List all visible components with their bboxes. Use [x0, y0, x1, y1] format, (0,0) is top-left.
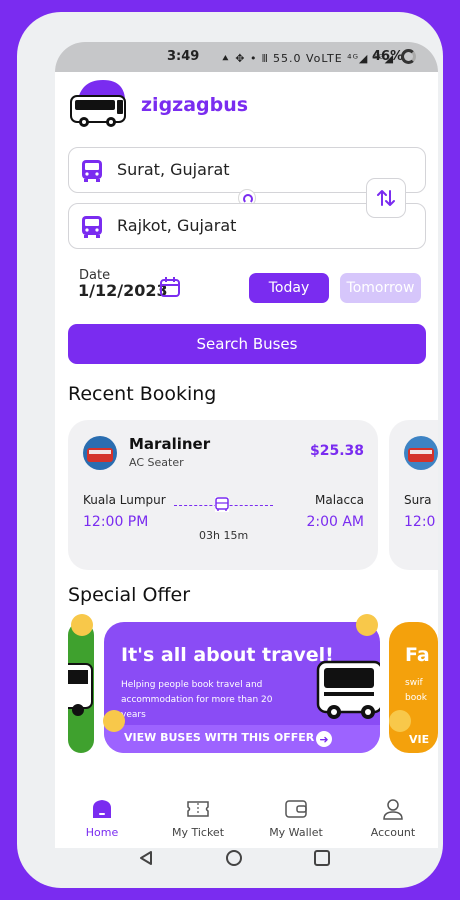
nav-my-wallet[interactable]: My Wallet — [251, 798, 341, 839]
bus-illustration-icon — [68, 663, 93, 716]
offer-description: book — [405, 693, 427, 703]
battery-percent: 46% — [372, 49, 404, 64]
phone-frame: 3:49 ⯅ ✥ • 𝍫 55.0 VoLTE ⁴ᴳ◢ ⁵ᴳ◢ 46% zigz… — [17, 12, 443, 888]
booking-price: $25.38 — [309, 443, 364, 459]
operator-avatar — [83, 436, 117, 470]
departure-time: 12:00 PM — [83, 514, 149, 530]
status-time: 3:49 — [167, 49, 200, 64]
trip-duration: 03h 15m — [199, 529, 249, 542]
date-value[interactable]: 1/12/2023 — [78, 281, 168, 300]
calendar-icon[interactable] — [159, 276, 181, 298]
offer-cta[interactable]: VIE — [409, 733, 429, 746]
offer-title: It's all about travel! — [121, 644, 334, 666]
bus-illustration-icon — [316, 660, 380, 719]
app-screen: 3:49 ⯅ ✥ • 𝍫 55.0 VoLTE ⁴ᴳ◢ ⁵ᴳ◢ 46% zigz… — [55, 42, 438, 848]
nav-home[interactable]: Home — [57, 798, 147, 839]
special-offer-title: Special Offer — [68, 584, 191, 606]
battery-icon — [401, 49, 416, 64]
emoji-icon — [103, 710, 125, 732]
wallet-icon — [285, 800, 307, 818]
booking-card[interactable]: Maraliner AC Seater $25.38 Kuala Lumpur … — [68, 420, 378, 570]
user-icon — [383, 799, 403, 820]
swap-icon — [377, 190, 395, 206]
arrival-time: 2:00 AM — [306, 514, 364, 530]
seat-type: AC Seater — [129, 456, 184, 469]
search-buses-button[interactable]: Search Buses — [68, 324, 426, 364]
to-location-value: Rajkot, Gujarat — [117, 216, 237, 235]
status-bar: 3:49 ⯅ ✥ • 𝍫 55.0 VoLTE ⁴ᴳ◢ ⁵ᴳ◢ 46% — [55, 42, 438, 72]
app-name: zigzagbus — [141, 94, 249, 116]
origin-city: Sura — [404, 493, 432, 507]
system-navigation-bar — [38, 836, 421, 878]
route-bus-icon — [215, 497, 229, 512]
bus-icon — [82, 160, 102, 182]
offer-description: Helping people book travel and accommoda… — [121, 680, 273, 720]
origin-city: Kuala Lumpur — [83, 493, 166, 507]
tomorrow-button[interactable]: Tomorrow — [340, 273, 421, 303]
offer-cta[interactable]: VIEW BUSES WITH THIS OFFER — [124, 731, 314, 744]
bus-logo-icon — [70, 80, 126, 127]
offer-title: Fa — [405, 644, 430, 666]
emoji-icon — [389, 710, 411, 732]
from-location-value: Surat, Gujarat — [117, 160, 230, 179]
operator-avatar — [404, 436, 438, 470]
booking-card[interactable]: Sura 12:0 — [389, 420, 438, 570]
emoji-icon — [71, 614, 93, 636]
ticket-icon — [187, 801, 209, 817]
status-icons: ⯅ ✥ • 𝍫 55.0 VoLTE ⁴ᴳ◢ ⁵ᴳ◢ — [221, 52, 395, 65]
today-button[interactable]: Today — [249, 273, 329, 303]
offer-card[interactable]: Fa swif book VIE — [389, 622, 438, 753]
emoji-icon — [356, 614, 378, 636]
offer-description: swif — [405, 678, 423, 688]
destination-city: Malacca — [315, 493, 364, 507]
bus-icon — [82, 216, 102, 238]
nav-my-ticket[interactable]: My Ticket — [153, 798, 243, 839]
recent-booking-title: Recent Booking — [68, 383, 217, 405]
back-icon[interactable] — [138, 850, 154, 866]
recent-apps-icon[interactable] — [314, 850, 330, 866]
nav-account[interactable]: Account — [348, 798, 438, 839]
swap-locations-button[interactable] — [366, 178, 406, 218]
offer-card[interactable] — [68, 622, 94, 753]
home-circle-icon[interactable] — [226, 850, 242, 866]
offer-card[interactable]: It's all about travel! Helping people bo… — [104, 622, 380, 753]
home-icon — [93, 800, 111, 818]
offer-cta-bar[interactable]: VIEW BUSES WITH THIS OFFER ➜ — [104, 725, 380, 753]
arrow-right-icon[interactable]: ➜ — [316, 731, 332, 747]
operator-name: Maraliner — [129, 435, 211, 453]
departure-time: 12:0 — [404, 514, 436, 530]
